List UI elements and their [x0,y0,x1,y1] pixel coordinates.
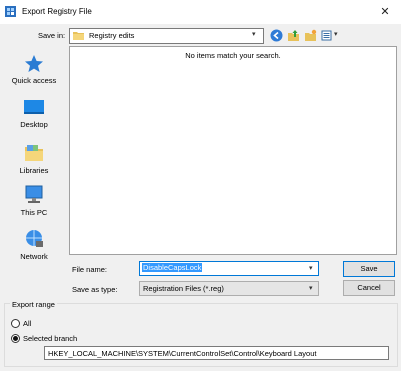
new-folder-icon[interactable] [304,29,317,42]
selected-branch-value: HKEY_LOCAL_MACHINE\SYSTEM\CurrentControl… [48,349,317,358]
place-label: Quick access [11,76,57,85]
desktop-icon [24,100,44,114]
radio-all[interactable] [11,319,20,328]
close-button[interactable]: ✕ [372,2,398,22]
folder-icon [73,32,84,40]
registry-icon [5,6,16,17]
view-menu-icon[interactable] [321,29,334,42]
window-title: Export Registry File [22,7,92,16]
back-icon[interactable] [270,29,283,42]
place-label: Network [20,252,48,261]
save-in-label: Save in: [38,31,66,40]
chevron-down-icon[interactable]: ▾ [252,30,256,38]
save-in-value: Registry edits [89,31,135,40]
cancel-button[interactable]: Cancel [343,280,395,296]
radio-selected-branch[interactable] [11,334,20,343]
file-name-label: File name: [72,265,108,274]
radio-selected-dot [13,336,18,341]
computer-icon [25,185,43,203]
file-list[interactable] [69,46,397,255]
save-as-type-chevron-icon[interactable]: ▾ [309,284,313,292]
radio-all-label[interactable]: All [23,319,31,328]
place-label: This PC [20,208,48,217]
place-label: Libraries [19,166,49,175]
libraries-icon [25,145,43,161]
up-folder-icon[interactable] [287,29,300,42]
view-chevron-icon[interactable]: ▾ [334,30,338,38]
file-name-value[interactable]: DisableCapsLock [142,263,203,272]
network-icon [26,230,43,247]
save-button[interactable]: Save [343,261,395,277]
file-name-chevron-icon[interactable]: ▾ [309,264,313,272]
place-libraries[interactable]: Libraries [4,142,64,188]
save-as-type-label: Save as type: [72,285,118,294]
place-desktop[interactable]: Desktop [4,98,64,144]
radio-selected-branch-label[interactable]: Selected branch [23,334,77,343]
place-this-pc[interactable]: This PC [4,184,64,230]
place-network[interactable]: Network [4,228,64,274]
star-icon [25,55,43,72]
place-quick-access[interactable]: Quick access [4,54,64,100]
save-as-type-value: Registration Files (*.reg) [143,284,224,293]
empty-message: No items match your search. [185,51,281,60]
export-range-title: Export range [10,300,57,309]
place-label: Desktop [20,120,48,129]
